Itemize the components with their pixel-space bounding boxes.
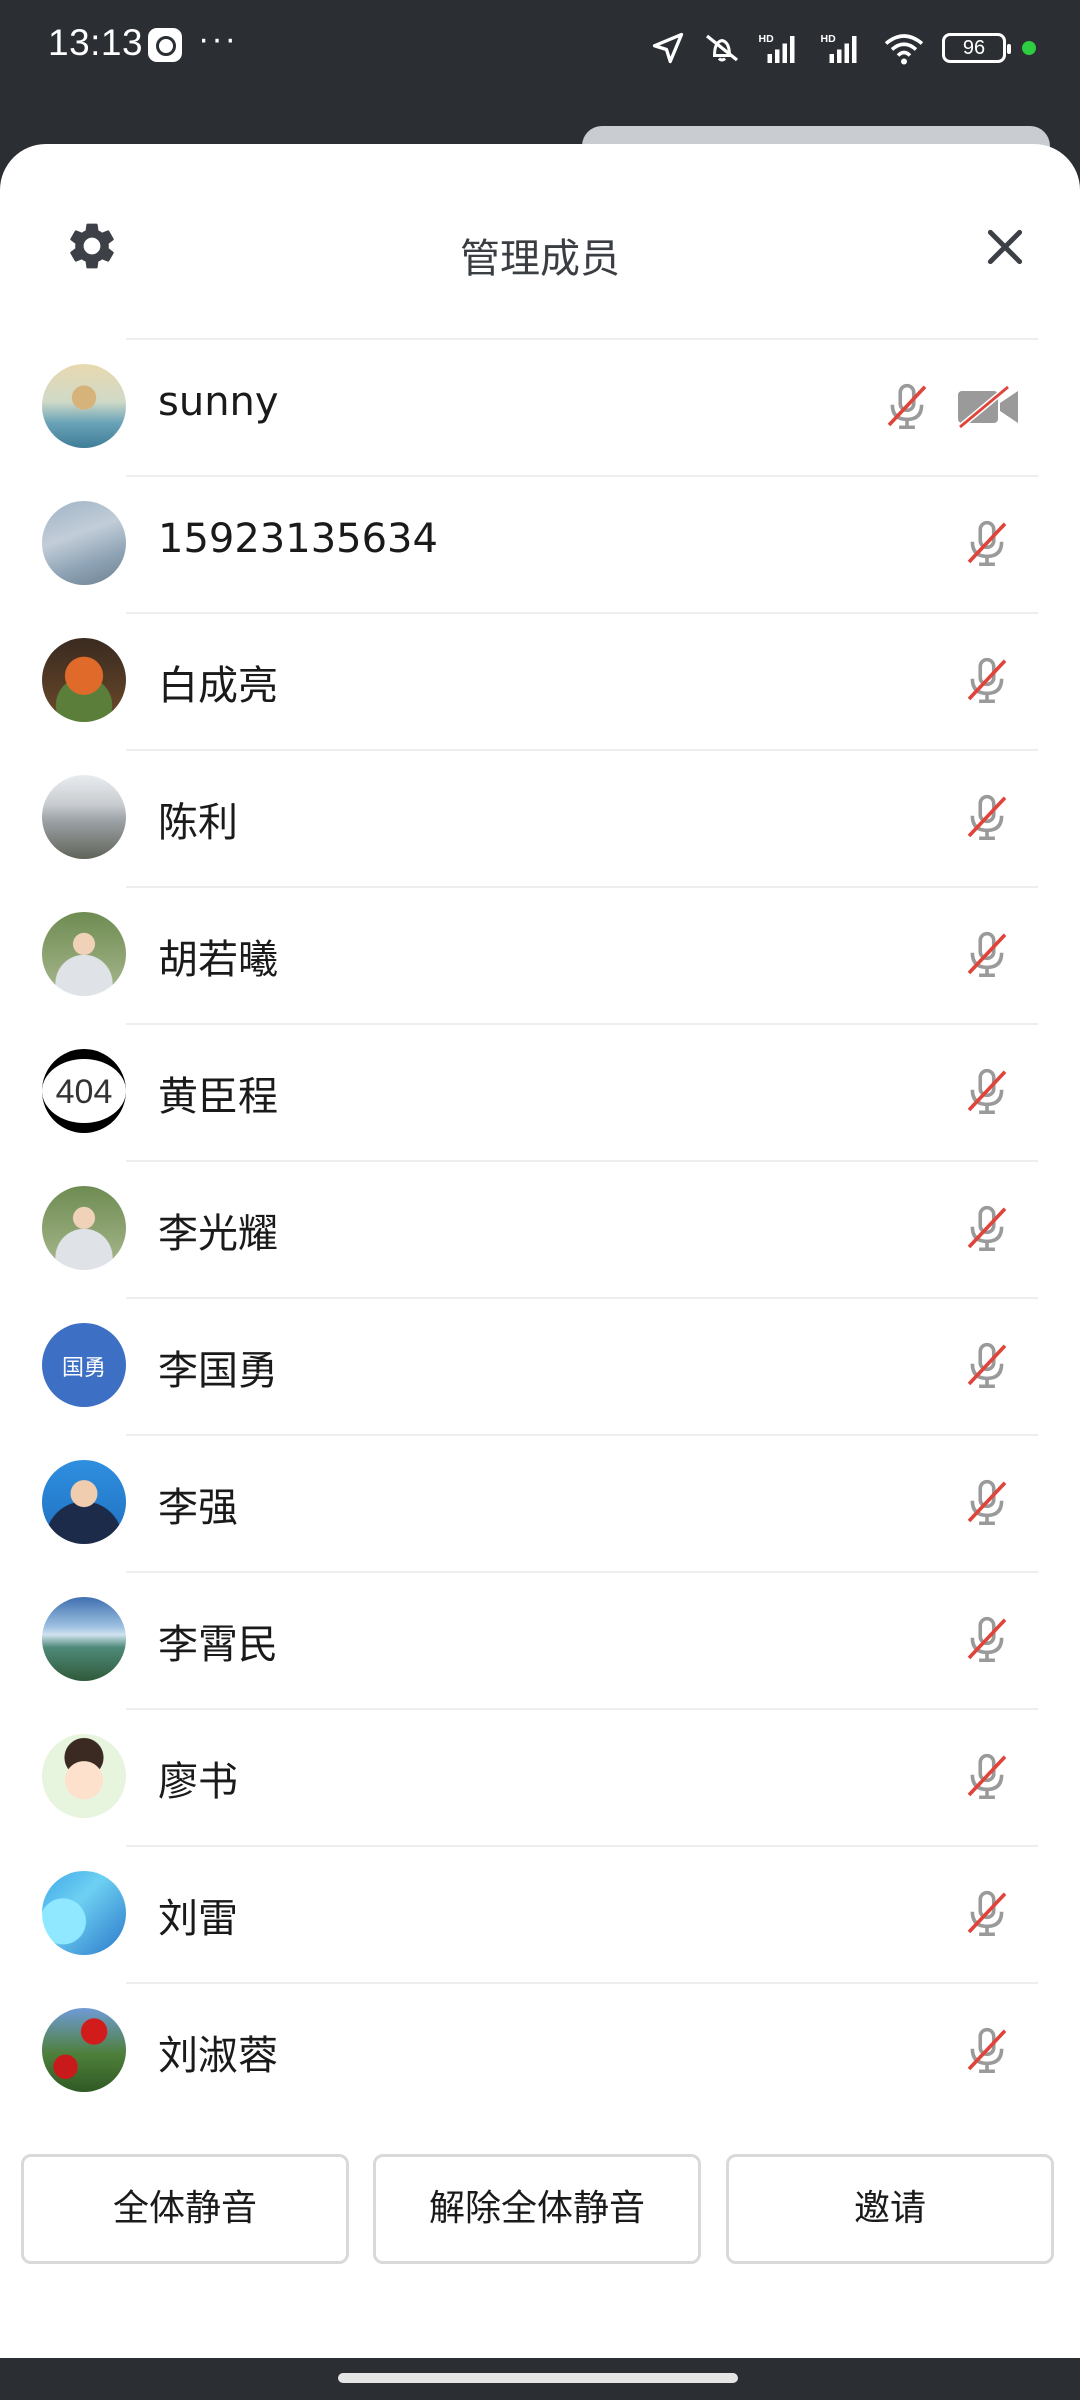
mic-muted-icon[interactable] [960,1613,1014,1667]
member-row[interactable]: 国勇 李国勇 [0,1297,1080,1434]
member-name: 李光耀 [158,1211,278,1257]
member-row[interactable]: 廖书 [0,1708,1080,1845]
member-name: 李霄民 [158,1622,278,1668]
signal-hd-2-icon: HD [821,33,857,63]
mic-muted-icon[interactable] [960,1476,1014,1530]
member-name: 陈利 [158,800,238,846]
status-time: 13:13 [48,22,144,63]
avatar [42,775,126,859]
mic-muted-icon[interactable] [960,928,1014,982]
member-row[interactable]: 404 黄臣程 [0,1023,1080,1160]
close-icon[interactable] [980,222,1030,272]
member-row[interactable]: 李光耀 [0,1160,1080,1297]
mic-muted-icon[interactable] [960,517,1014,571]
svg-text:HD: HD [821,33,837,45]
location-icon [652,32,684,64]
member-name: 李国勇 [158,1348,278,1394]
footer-actions: 全体静音 解除全体静音 邀请 [0,2154,1080,2274]
member-name: sunny [158,379,279,425]
page-title: 管理成员 [460,236,620,282]
avatar [42,638,126,722]
mute-all-button[interactable]: 全体静音 [21,2154,349,2264]
vibrate-off-icon [705,34,739,62]
active-indicator-dot [1022,41,1036,55]
mic-muted-icon[interactable] [960,2024,1014,2078]
avatar [42,1597,126,1681]
avatar: 404 [42,1049,126,1133]
member-row[interactable]: 李霄民 [0,1571,1080,1708]
avatar [42,1186,126,1270]
mic-muted-icon[interactable] [960,791,1014,845]
member-row[interactable]: sunny [0,338,1080,475]
navigation-bar [0,2358,1080,2400]
member-row[interactable]: 刘雷 [0,1845,1080,1982]
member-name: 刘淑蓉 [158,2033,278,2079]
mic-muted-icon[interactable] [880,380,934,434]
mic-muted-icon[interactable] [960,1202,1014,1256]
invite-button[interactable]: 邀请 [726,2154,1054,2264]
member-name: 15923135634 [158,516,438,562]
member-name: 廖书 [158,1759,238,1805]
mic-muted-icon[interactable] [960,1750,1014,1804]
avatar [42,2008,126,2092]
avatar [42,912,126,996]
mic-muted-icon[interactable] [960,1065,1014,1119]
mic-muted-icon[interactable] [960,1339,1014,1393]
avatar [42,1460,126,1544]
avatar [42,1871,126,1955]
avatar [42,501,126,585]
member-name: 黄臣程 [158,1074,278,1120]
home-indicator[interactable] [338,2373,738,2383]
mic-muted-icon[interactable] [960,1887,1014,1941]
battery-indicator: 96 [942,33,1011,63]
member-name: 刘雷 [158,1896,238,1942]
avatar-text: 404 [55,1073,113,1111]
sheet-header: 管理成员 [0,144,1080,339]
more-notifications-icon: ··· [198,20,238,58]
wifi-icon [884,34,924,65]
member-row[interactable]: 15923135634 [0,475,1080,612]
avatar: 国勇 [42,1323,126,1407]
avatar-initials: 国勇 [61,1356,106,1381]
mic-muted-icon[interactable] [960,654,1014,708]
signal-hd-1-icon: HD [759,33,795,63]
member-row[interactable]: 白成亮 [0,612,1080,749]
member-row[interactable]: 刘淑蓉 [0,1982,1080,2119]
unmute-all-button[interactable]: 解除全体静音 [373,2154,701,2264]
member-list: sunny 15923135634 白成亮 陈利 胡若曦 404 黄臣程 李光耀… [0,338,1080,2119]
manage-members-sheet: 管理成员 sunny 15923135634 白成亮 陈利 胡若曦 404 黄臣… [0,144,1080,2358]
member-row[interactable]: 陈利 [0,749,1080,886]
status-bar: 13:13 ··· HD HD 96 [0,0,1080,96]
watch-app-icon [148,28,182,62]
camera-off-icon[interactable] [956,384,1020,430]
member-name: 白成亮 [158,663,278,709]
avatar [42,364,126,448]
member-row[interactable]: 胡若曦 [0,886,1080,1023]
svg-text:HD: HD [759,33,775,45]
member-name: 胡若曦 [158,937,278,983]
avatar [42,1734,126,1818]
member-name: 李强 [158,1485,238,1531]
member-row[interactable]: 李强 [0,1434,1080,1571]
